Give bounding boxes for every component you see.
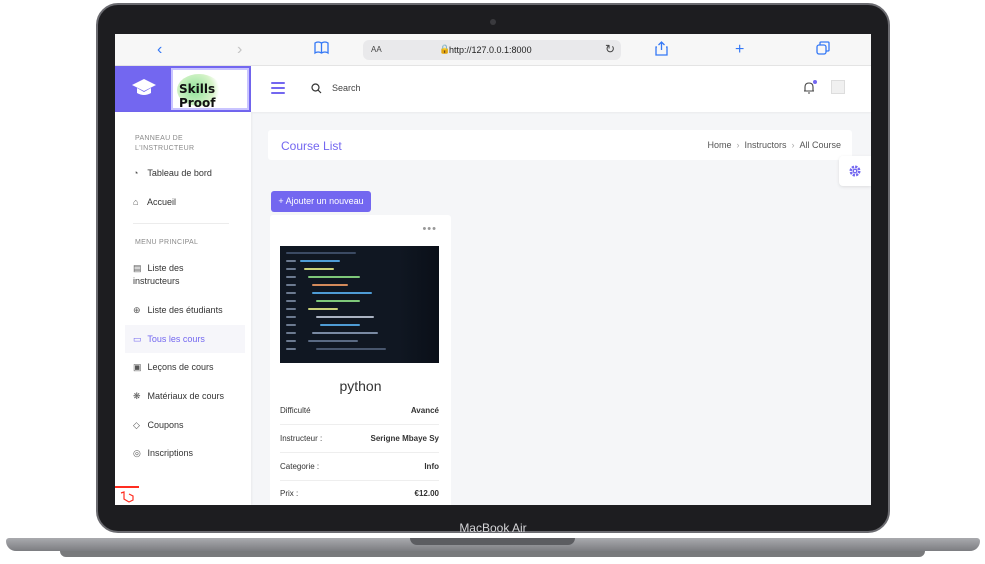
sidebar-item-instructors[interactable]: ▤ Liste des instructeurs [133, 262, 213, 288]
address-bar[interactable]: AA 🔒 http://127.0.0.1:8000 ↻ [363, 40, 621, 60]
url-text: http://127.0.0.1:8000 [449, 45, 532, 55]
share-icon[interactable] [655, 41, 668, 62]
lessons-icon: ▣ [133, 362, 142, 372]
reload-icon[interactable]: ↻ [605, 42, 615, 56]
course-info-row: Difficulté Avancé [280, 397, 439, 425]
enroll-icon: ◎ [133, 448, 141, 458]
forward-icon[interactable]: › [237, 40, 242, 60]
device-label: MacBook Air [459, 521, 527, 535]
chevron-right-icon: › [791, 140, 795, 150]
search-icon[interactable] [311, 83, 322, 94]
course-info-row: Instructeur : Serigne Mbaye Sy [280, 425, 439, 453]
sidebar-item-lessons[interactable]: ▣ Leçons de cours [133, 361, 245, 374]
browser-toolbar: ‹ › AA 🔒 http://127.0.0.1:8000 ↻ + [115, 34, 871, 66]
book-icon[interactable] [314, 41, 329, 61]
sidebar-item-label: Coupons [147, 420, 184, 430]
sidebar-item-materials[interactable]: ❋ Matériaux de cours [133, 390, 245, 403]
list-icon: ▤ [133, 263, 142, 273]
breadcrumb-home[interactable]: Home [707, 140, 731, 150]
sidebar-section-title: MENU PRINCIPAL [135, 239, 199, 246]
sidebar-divider [133, 223, 229, 224]
breadcrumb-current: All Course [799, 140, 841, 150]
course-title[interactable]: python [270, 378, 451, 394]
course-image [280, 246, 439, 363]
sidebar-item-label: Tableau de bord [147, 168, 212, 178]
sidebar-item-label: Leçons de cours [147, 362, 214, 372]
laravel-icon [115, 486, 139, 505]
row-label: Instructeur : [280, 434, 323, 443]
course-card[interactable]: ••• python Difficulté Avancé Instructeur… [270, 215, 451, 505]
row-value: Avancé [410, 406, 439, 415]
sidebar-section-title: PANNEAU DE L'INSTRUCTEUR [135, 135, 195, 152]
row-label: Difficulté [280, 406, 311, 415]
sidebar-item-label: Tous les cours [147, 334, 205, 344]
page-header: Course List Home › Instructors › All Course [268, 130, 852, 160]
text-size-button[interactable]: AA [371, 45, 382, 54]
book-icon: ▭ [133, 334, 142, 344]
camera [490, 19, 496, 25]
row-value: Serigne Mbaye Sy [370, 434, 439, 443]
home-icon: ⌂ [133, 197, 139, 207]
add-course-button[interactable]: + Ajouter un nouveau [271, 191, 371, 212]
sidebar-item-home[interactable]: ⌂ Accueil [133, 196, 245, 209]
back-icon[interactable]: ‹ [157, 40, 162, 60]
settings-toggle[interactable] [839, 156, 871, 186]
search-input[interactable]: Search [332, 83, 361, 93]
logo-text: Skills Proof [179, 82, 216, 110]
avatar[interactable] [831, 80, 845, 94]
sidebar-item-enrollments[interactable]: ◎ Inscriptions [133, 447, 245, 460]
sidebar-item-coupons[interactable]: ◇ Coupons [133, 419, 245, 432]
breadcrumb: Home › Instructors › All Course [707, 140, 841, 150]
chevron-right-icon: › [736, 140, 740, 150]
gear-icon [849, 165, 861, 177]
tabs-icon[interactable] [816, 41, 830, 61]
row-value: Info [424, 462, 439, 471]
brand-area[interactable]: Skills Proof [115, 66, 251, 112]
notification-badge [813, 80, 817, 84]
course-info-row: Categorie : Info [280, 453, 439, 481]
logo: Skills Proof [171, 68, 249, 110]
dashboard-icon: ◔ [133, 168, 139, 178]
row-label: Prix : [280, 489, 299, 498]
sidebar-item-label: Inscriptions [147, 448, 194, 458]
sidebar-item-label: Accueil [147, 197, 177, 207]
sidebar: PANNEAU DE L'INSTRUCTEUR ◔ Tableau de bo… [115, 112, 251, 505]
students-icon: ⊕ [133, 305, 141, 315]
screen: ‹ › AA 🔒 http://127.0.0.1:8000 ↻ + Skill… [115, 34, 871, 505]
tag-icon: ◇ [133, 420, 140, 430]
app-header: Search [251, 66, 871, 112]
more-options-icon[interactable]: ••• [422, 224, 437, 235]
graduation-cap-icon [132, 79, 156, 95]
row-value: €12.00 [414, 489, 439, 498]
laptop-notch [410, 538, 575, 545]
menu-toggle-icon[interactable] [271, 82, 285, 97]
breadcrumb-instructors[interactable]: Instructors [744, 140, 786, 150]
sidebar-item-students[interactable]: ⊕ Liste des étudiants [133, 304, 245, 317]
row-label: Categorie : [280, 462, 320, 471]
materials-icon: ❋ [133, 391, 141, 401]
sidebar-item-label: Matériaux de cours [147, 391, 225, 401]
new-tab-icon[interactable]: + [735, 40, 744, 60]
sidebar-item-dashboard[interactable]: ◔ Tableau de bord [133, 167, 245, 180]
page-title: Course List [281, 139, 342, 153]
sidebar-item-label: Liste des étudiants [147, 305, 223, 315]
course-info-row: Prix : €12.00 [280, 480, 439, 505]
sidebar-item-courses[interactable]: ▭ Tous les cours [133, 333, 245, 346]
laptop-shadow [60, 551, 925, 557]
